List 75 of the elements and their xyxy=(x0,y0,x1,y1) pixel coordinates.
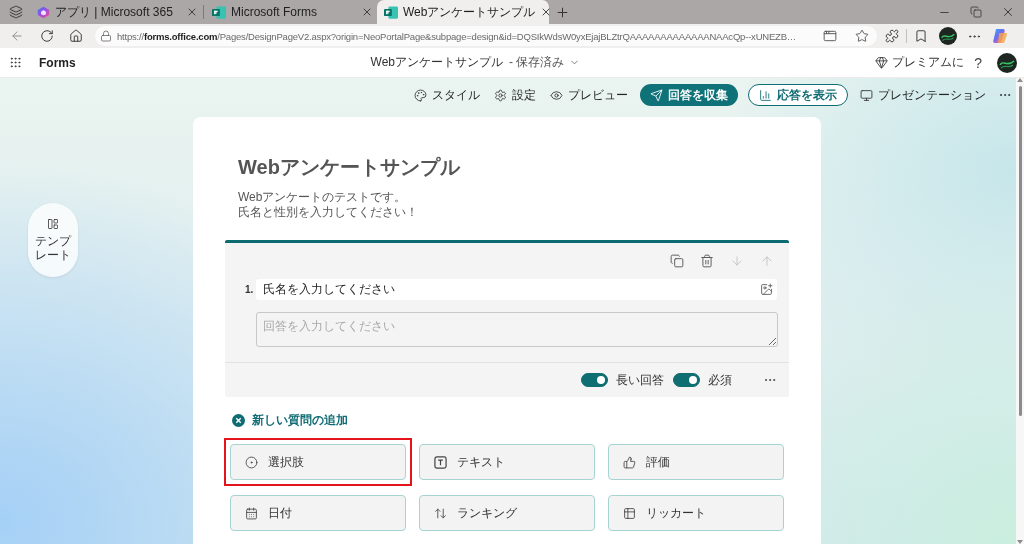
question-number: 1. xyxy=(245,284,255,295)
browser-tab[interactable]: Webアンケートサンプル xyxy=(377,0,549,24)
preview-button[interactable]: プレビュー xyxy=(548,84,630,106)
toggle-label: 長い回答 xyxy=(616,371,664,389)
palette-icon xyxy=(414,88,427,102)
image-edit-icon[interactable] xyxy=(760,283,773,296)
forms-logo-icon xyxy=(384,5,398,19)
address-field[interactable]: https://forms.office.com/Pages/DesignPageV2.aspx?origin=NeoPortalPage&subpage=design&id=DQSIkWdsW0yxEjajBLZtrQAAAAAAAAAAAAANAAcQp--xUNEZB… xyxy=(95,26,877,46)
view-responses-button[interactable]: 応答を表示 xyxy=(748,84,848,106)
app-name[interactable]: Forms xyxy=(39,55,76,70)
up-down-arrows-icon xyxy=(434,506,447,520)
forms-logo-icon xyxy=(212,5,226,19)
premium-link[interactable]: プレミアムに xyxy=(892,54,965,71)
star-icon[interactable] xyxy=(855,29,869,43)
avatar-icon[interactable] xyxy=(997,52,1017,73)
save-status: - 保存済み xyxy=(509,54,565,71)
calendar-icon xyxy=(245,506,258,520)
app-logo-icon xyxy=(37,5,50,19)
style-button[interactable]: スタイル xyxy=(412,84,482,106)
bar-chart-icon xyxy=(759,88,772,102)
monitor-icon xyxy=(860,88,873,102)
description-line[interactable]: Webアンケートのテストです。 xyxy=(238,190,789,205)
refresh-icon[interactable] xyxy=(40,29,54,43)
copilot-icon[interactable] xyxy=(992,28,1008,44)
profile-avatar-icon[interactable] xyxy=(939,27,957,45)
question-type-button[interactable]: テキスト xyxy=(419,444,595,480)
diamond-icon xyxy=(875,56,889,69)
question-type-button[interactable]: ランキング xyxy=(419,495,595,531)
help-button[interactable]: ? xyxy=(972,54,984,71)
home-icon[interactable] xyxy=(69,29,83,43)
close-icon[interactable] xyxy=(186,6,198,18)
question-type-button[interactable]: 評価 xyxy=(608,444,784,480)
settings-button[interactable]: 設定 xyxy=(492,84,538,106)
browser-tab[interactable]: アプリ | Microsoft 365 xyxy=(30,0,202,24)
layout-icon xyxy=(47,218,59,230)
tab-stack-icon[interactable] xyxy=(9,5,23,19)
document-title[interactable]: Webアンケートサンプル xyxy=(370,54,503,71)
lock-icon[interactable] xyxy=(100,30,112,42)
eye-icon xyxy=(550,88,563,102)
scroll-down-icon[interactable] xyxy=(1017,540,1023,544)
question-type-button[interactable]: リッカート xyxy=(608,495,784,531)
app-launcher-icon[interactable] xyxy=(9,56,22,69)
toggle-switch[interactable] xyxy=(673,373,700,387)
table-icon xyxy=(623,506,636,520)
send-icon xyxy=(650,88,663,102)
form-title[interactable]: Webアンケートサンプル xyxy=(238,155,789,179)
text-icon xyxy=(434,455,447,469)
answer-field[interactable]: 回答を入力してください xyxy=(256,312,778,347)
thumbs-up-icon xyxy=(623,455,636,469)
description-line[interactable]: 氏名と性別を入力してください！ xyxy=(238,205,789,220)
scrollbar[interactable] xyxy=(1016,78,1024,544)
add-question-button[interactable]: 新しい質問の追加 xyxy=(232,413,348,428)
close-circle-icon xyxy=(232,414,245,427)
scrollbar-thumb[interactable] xyxy=(1018,86,1022,416)
toggle-switch[interactable] xyxy=(581,373,608,387)
radio-icon xyxy=(245,455,258,469)
collect-responses-button[interactable]: 回答を収集 xyxy=(640,84,738,106)
split-screen-icon[interactable] xyxy=(823,29,837,43)
question-type-button[interactable]: 日付 xyxy=(230,495,406,531)
question-field[interactable]: 氏名を入力してください xyxy=(256,279,777,300)
close-icon[interactable] xyxy=(1001,5,1015,19)
browser-tab[interactable]: Microsoft Forms xyxy=(205,0,377,24)
toggle-label: 必須 xyxy=(708,371,732,389)
back-icon[interactable] xyxy=(10,29,24,43)
copy-icon[interactable] xyxy=(670,254,684,268)
trash-icon[interactable] xyxy=(700,254,714,268)
settings-icon xyxy=(494,88,507,102)
puzzle-icon[interactable] xyxy=(885,29,899,43)
templates-button[interactable]: テンプレート xyxy=(28,203,78,277)
bookmark-icon[interactable] xyxy=(914,29,928,43)
present-button[interactable]: プレゼンテーション xyxy=(858,84,988,106)
new-tab-icon[interactable] xyxy=(555,4,570,20)
close-icon[interactable] xyxy=(361,6,373,18)
restore-icon[interactable] xyxy=(970,6,982,18)
question-type-button[interactable]: 選択肢 xyxy=(230,444,406,480)
